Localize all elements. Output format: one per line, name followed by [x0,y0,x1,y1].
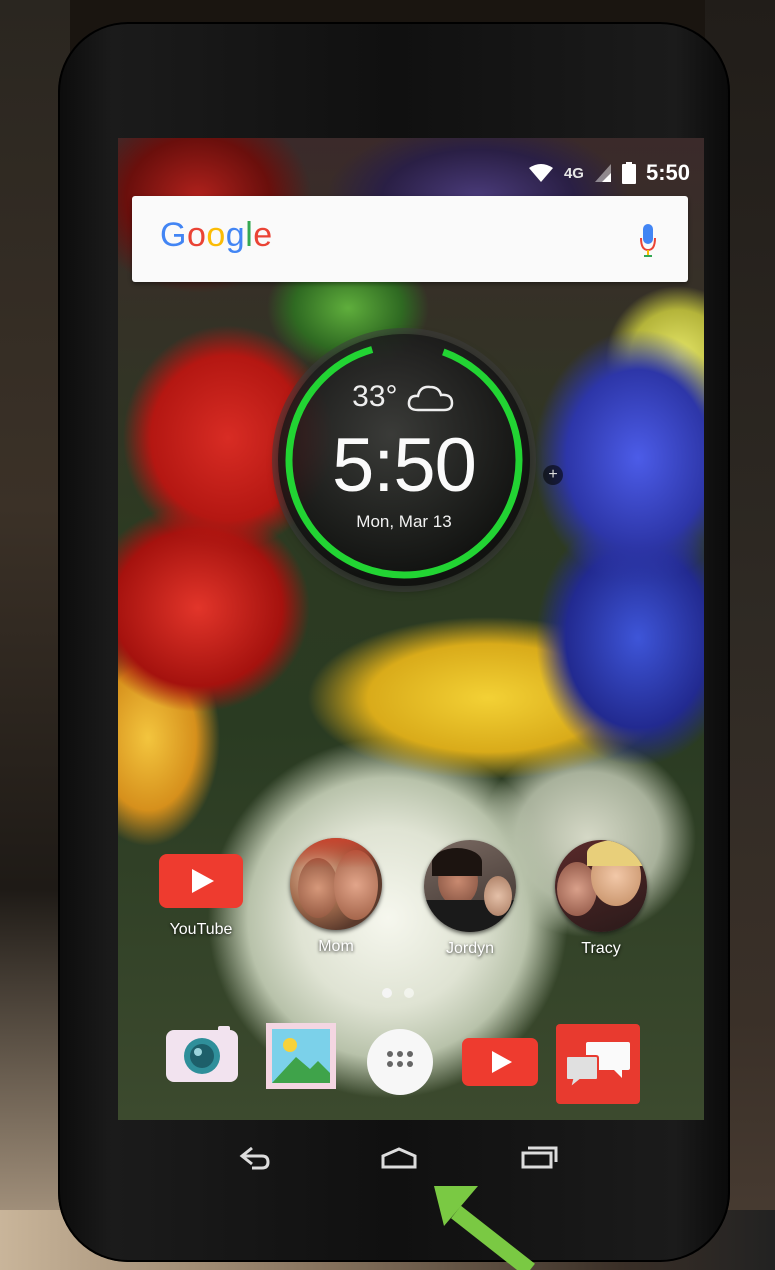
navigation-bar [118,1120,704,1200]
camera-icon[interactable] [166,1026,238,1084]
temperature: 33° [352,380,398,413]
network-type-label: 4G [563,164,584,182]
app-youtube[interactable]: YouTube [146,854,256,939]
gallery-icon[interactable] [266,1023,336,1089]
google-logo: Google [160,216,273,255]
contact-photo [290,838,382,930]
youtube-icon[interactable] [462,1038,538,1086]
google-logo-letter: o [186,216,207,254]
page-indicator [382,988,414,998]
microphone-icon[interactable] [640,224,656,258]
clock-date: Mon, Mar 13 [356,512,452,531]
app-label: Mom [318,938,354,955]
battery-icon [621,162,636,184]
clock-time: 5:50 [332,423,477,508]
google-logo-letter: G [160,216,187,254]
app-label: Tracy [581,940,621,957]
app-drawer-icon[interactable] [366,1028,434,1096]
contact-photo [424,840,516,932]
google-logo-letter: o [206,216,226,254]
clock-weather-widget[interactable]: 33° 5:50 Mon, Mar 13 [278,334,530,586]
add-widget-button[interactable]: + [543,465,563,485]
youtube-icon [159,854,243,908]
wifi-icon [528,164,553,182]
recents-icon[interactable] [520,1144,558,1170]
contact-jordyn[interactable]: Jordyn [415,840,525,958]
annotation-arrow-icon [434,1186,535,1270]
google-search-bar[interactable]: Google [132,196,688,282]
messages-icon[interactable] [556,1024,640,1104]
weather-row: 33° [278,380,530,414]
page-dot-active [382,988,392,998]
status-time: 5:50 [645,160,690,185]
app-label: Jordyn [445,940,495,957]
page-dot [404,988,414,998]
contact-mom[interactable]: Mom [281,838,391,956]
cloud-icon [407,385,454,412]
status-bar: 4G 5:50 [118,138,704,198]
google-logo-letter: e [253,216,273,254]
back-icon[interactable] [238,1146,272,1170]
google-logo-letter: g [225,216,246,254]
status-icons: 4G 5:50 [528,160,690,186]
home-screen: 4G 5:50 Google 33° 5:50 Mon, Mar 13 + Yo… [118,138,704,1120]
home-icon[interactable] [380,1146,418,1170]
contact-tracy[interactable]: Tracy [546,840,656,958]
contact-photo [555,840,647,932]
app-label: YouTube [169,921,233,938]
signal-icon [594,164,611,182]
